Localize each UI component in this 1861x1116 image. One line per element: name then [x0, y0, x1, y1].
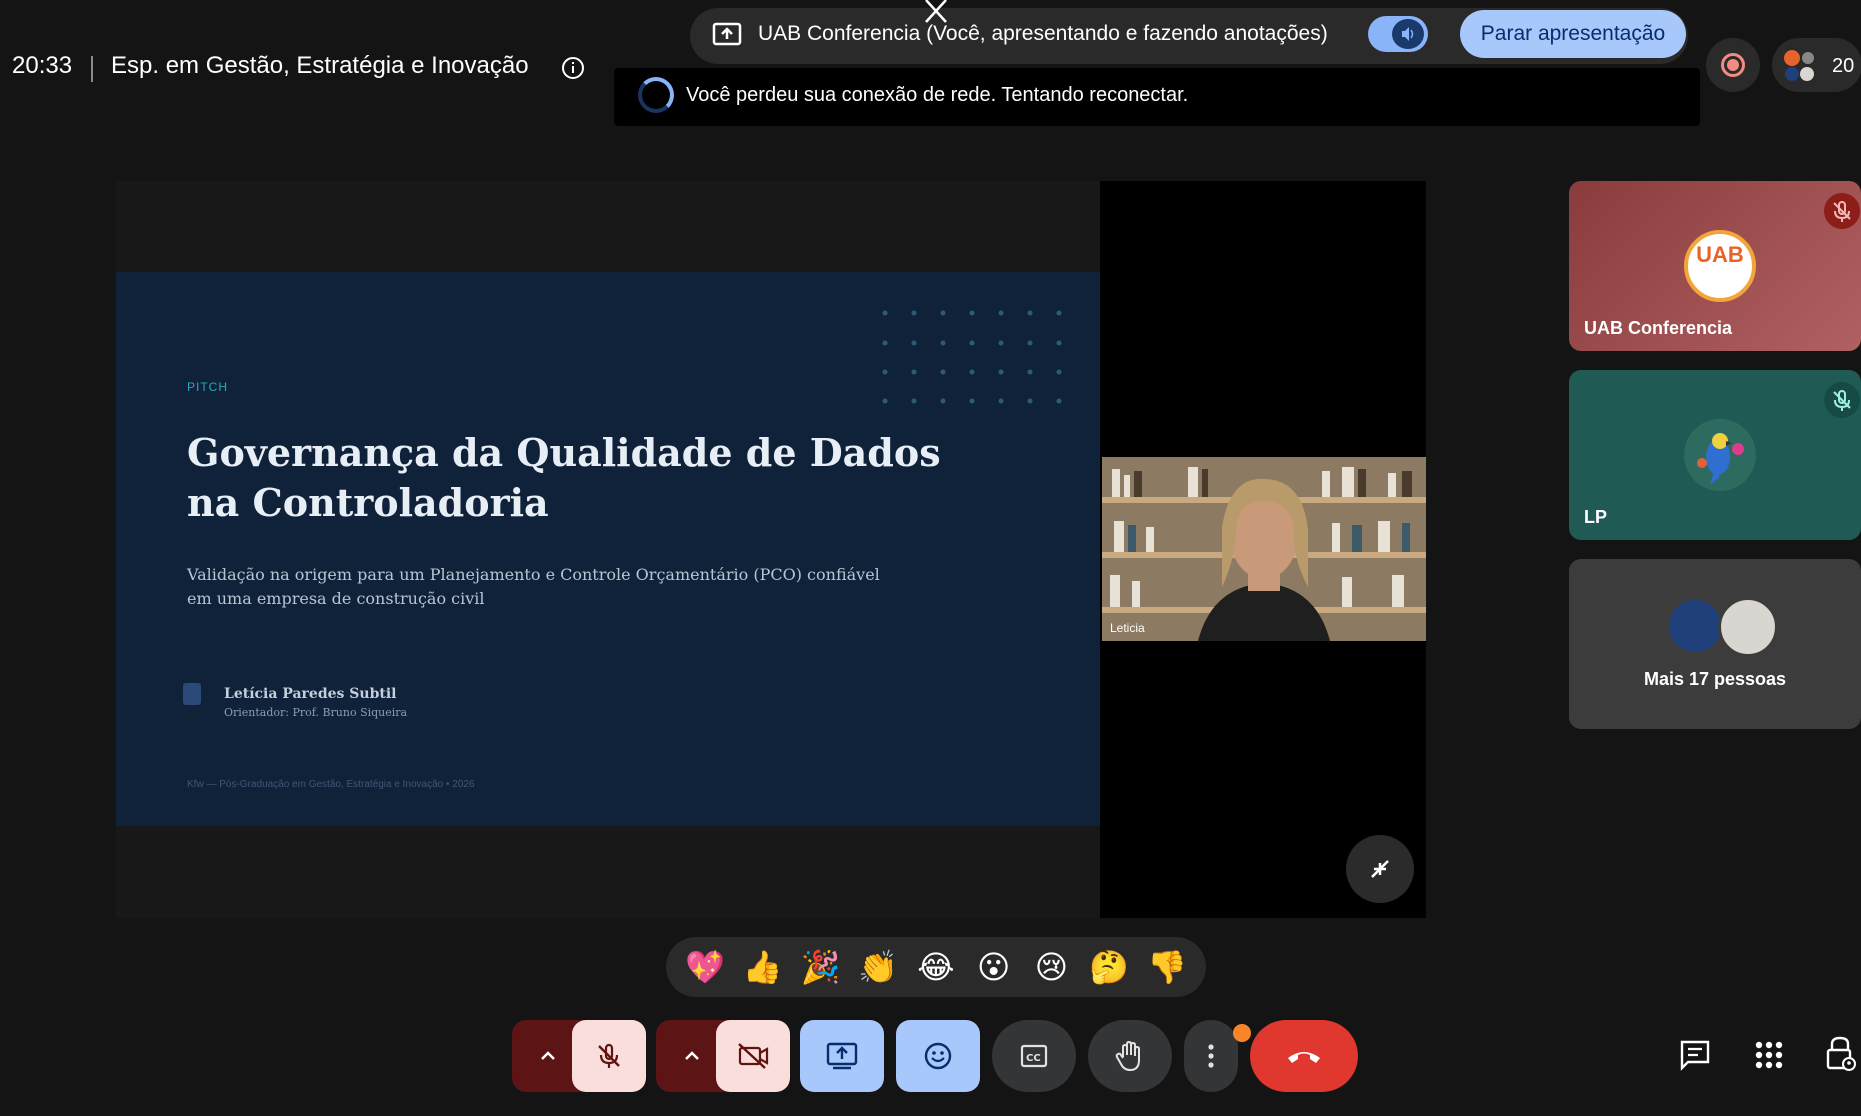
slide-label: PITCH	[187, 380, 228, 394]
leave-call-button[interactable]	[1250, 1020, 1358, 1092]
participants-avatars-icon	[1782, 48, 1818, 82]
slide-advisor: Orientador: Prof. Bruno Siqueira	[224, 706, 408, 719]
mic-off-icon	[598, 1043, 620, 1068]
chevron-up-icon	[685, 1051, 699, 1060]
reactions-bar: 💖 👍 🎉 👏 😂 😮 😢 🤔 👎	[666, 937, 1206, 997]
slide-footer: Kfw — Pós-Graduação em Gestão, Estratégi…	[187, 779, 475, 790]
presenting-status-text: UAB Conferencia (Você, apresentando e fa…	[758, 22, 1328, 45]
mic-muted-icon	[1824, 193, 1860, 229]
captions-button[interactable]: CC	[992, 1020, 1076, 1092]
raise-hand-button[interactable]	[1088, 1020, 1172, 1092]
hang-up-icon	[1288, 1052, 1320, 1063]
send-reaction-button[interactable]	[896, 1020, 980, 1092]
camera-toggle-button[interactable]	[716, 1020, 790, 1092]
reaction-surprised[interactable]: 😮	[968, 948, 1020, 986]
more-participants-label: Mais 17 pessoas	[1643, 669, 1787, 689]
microphone-toggle-button[interactable]	[572, 1020, 646, 1092]
reaction-crying[interactable]: 😢	[1025, 948, 1077, 986]
slide-author: Letícia Paredes Subtil	[224, 686, 397, 702]
notification-dot	[1233, 1024, 1251, 1042]
presenter-video[interactable]	[1102, 457, 1426, 641]
parrot-avatar	[1684, 419, 1756, 491]
participant-name: LP	[1584, 507, 1608, 527]
participant-avatar	[1666, 597, 1724, 655]
reaction-clapping[interactable]: 👏	[852, 948, 904, 986]
participant-avatar	[1718, 597, 1778, 657]
present-screen-icon	[826, 1042, 858, 1070]
emoji-icon	[924, 1042, 952, 1070]
slide-author-icon	[183, 683, 201, 705]
stop-presenting-button[interactable]: Parar apresentação	[1460, 10, 1686, 58]
reaction-thumbs-up[interactable]: 👍	[737, 948, 789, 986]
slide-subtitle: Validação na origem para um Planejamento…	[187, 565, 880, 608]
participant-name: UAB Conferencia	[1584, 318, 1733, 338]
activities-grid-icon[interactable]	[1752, 1038, 1786, 1072]
chat-icon[interactable]	[1678, 1038, 1712, 1072]
title-separator	[91, 56, 93, 82]
participants-count: 20	[1832, 55, 1855, 77]
slide-dot-pattern	[880, 308, 1070, 408]
reaction-party-popper[interactable]: 🎉	[794, 948, 846, 986]
reaction-thumbs-down[interactable]: 👎	[1141, 948, 1193, 986]
hand-icon	[1115, 1040, 1140, 1072]
camera-off-icon	[738, 1043, 769, 1069]
present-screen-button[interactable]	[800, 1020, 884, 1092]
more-vert-icon	[1208, 1044, 1214, 1068]
record-dot	[1727, 59, 1739, 71]
info-icon[interactable]	[561, 56, 585, 80]
reconnect-message: Você perdeu sua conexão de rede. Tentand…	[686, 84, 1189, 106]
speaker-icon[interactable]	[1392, 19, 1424, 49]
more-options-button[interactable]	[1184, 1020, 1238, 1092]
chevron-up-icon	[541, 1051, 555, 1060]
host-controls-lock-icon[interactable]	[1824, 1034, 1856, 1072]
reaction-thinking[interactable]: 🤔	[1083, 948, 1135, 986]
closed-captions-icon: CC	[1020, 1044, 1048, 1068]
loading-spinner-icon	[638, 77, 674, 113]
reaction-laughing[interactable]: 😂	[910, 948, 962, 986]
uab-logo-text: UAB	[1696, 242, 1744, 267]
mic-muted-icon	[1824, 382, 1860, 418]
meeting-clock: 20:33	[12, 52, 73, 79]
meeting-title: Esp. em Gestão, Estratégia e Inovação	[111, 52, 529, 79]
reaction-sparkling-heart[interactable]: 💖	[679, 948, 731, 986]
svg-text:CC: CC	[1026, 1053, 1041, 1064]
minimize-button[interactable]	[1346, 835, 1414, 903]
present-screen-icon	[712, 22, 742, 48]
presenter-name-label: Leticia	[1110, 621, 1145, 635]
close-icon[interactable]	[920, 0, 952, 26]
slide-title: Governança da Qualidade de Dados na Cont…	[187, 430, 941, 525]
